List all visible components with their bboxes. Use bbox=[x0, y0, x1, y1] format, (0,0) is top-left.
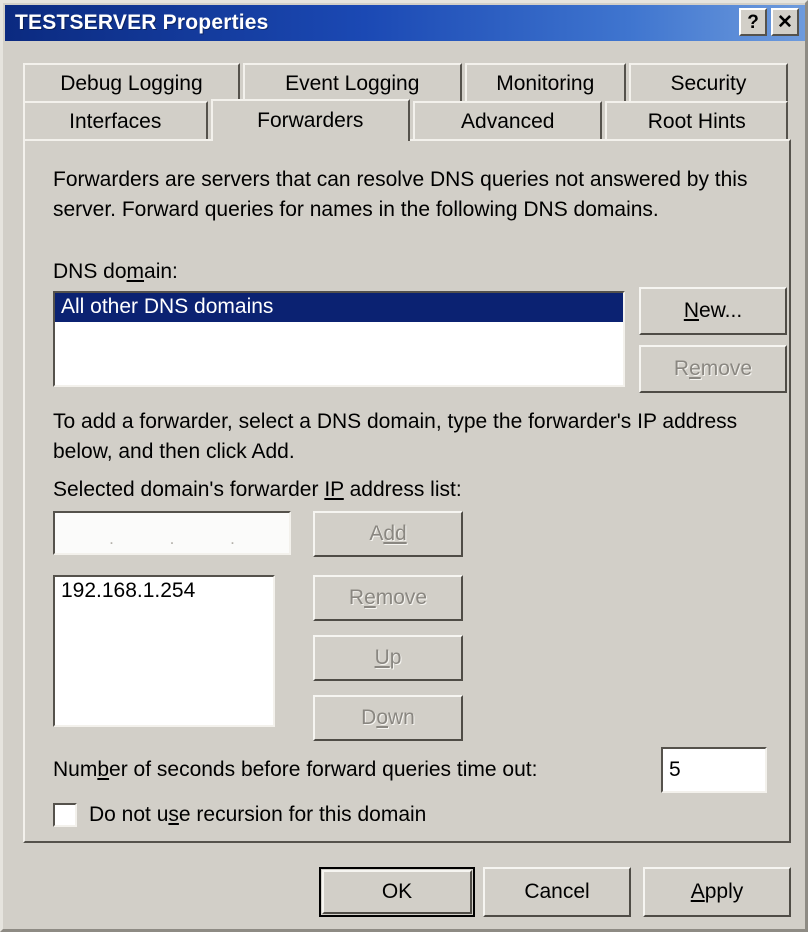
no-recursion-checkbox-row[interactable]: Do not use recursion for this domain bbox=[53, 803, 426, 827]
no-recursion-checkbox[interactable] bbox=[53, 803, 77, 827]
move-down-button[interactable]: Do wn bbox=[313, 695, 463, 741]
tab-forwarders[interactable]: Forwarders bbox=[210, 99, 410, 141]
remove-domain-button[interactable]: Re move bbox=[639, 345, 787, 393]
tab-event-logging[interactable]: Event Logging bbox=[242, 63, 462, 103]
ip-address-input[interactable]: . . . bbox=[53, 511, 291, 555]
ip-octet-3[interactable] bbox=[176, 513, 229, 553]
dns-domain-listbox[interactable]: All other DNS domains bbox=[53, 291, 625, 387]
tab-row-lower: Interfaces Forwarders Advanced Root Hint… bbox=[23, 99, 791, 141]
help-button[interactable]: ? bbox=[739, 8, 767, 36]
list-item[interactable]: All other DNS domains bbox=[55, 293, 623, 322]
dns-domain-label: DNS domain: bbox=[53, 260, 178, 283]
ip-separator: . bbox=[109, 529, 114, 548]
dns-properties-dialog: TESTSERVER Properties ? ✕ Debug Logging … bbox=[0, 0, 808, 932]
ok-button[interactable]: OK bbox=[319, 867, 475, 917]
ip-octet-4[interactable] bbox=[237, 513, 290, 553]
ip-separator: . bbox=[230, 529, 235, 548]
apply-button[interactable]: Apply bbox=[643, 867, 791, 917]
move-up-button[interactable]: Up bbox=[313, 635, 463, 681]
tab-root-hints[interactable]: Root Hints bbox=[605, 101, 788, 141]
ok-button-label: OK bbox=[322, 870, 472, 914]
window-title: TESTSERVER Properties bbox=[15, 11, 269, 34]
title-bar-buttons: ? ✕ bbox=[739, 8, 799, 36]
list-item[interactable]: 192.168.1.254 bbox=[55, 577, 273, 606]
tab-strip: Debug Logging Event Logging Monitoring S… bbox=[23, 63, 791, 141]
close-icon[interactable]: ✕ bbox=[771, 8, 799, 36]
tab-advanced[interactable]: Advanced bbox=[412, 101, 603, 141]
remove-ip-button[interactable]: Re move bbox=[313, 575, 463, 621]
tab-security[interactable]: Security bbox=[628, 63, 788, 103]
ip-separator: . bbox=[169, 529, 175, 548]
add-button[interactable]: Add bbox=[313, 511, 463, 557]
forwarders-description: Forwarders are servers that can resolve … bbox=[53, 168, 748, 221]
tab-row-upper: Debug Logging Event Logging Monitoring S… bbox=[23, 63, 791, 103]
ip-octet-1[interactable] bbox=[55, 513, 108, 553]
tab-interfaces[interactable]: Interfaces bbox=[23, 101, 208, 141]
add-forwarder-instructions: To add a forwarder, select a DNS domain,… bbox=[53, 410, 738, 463]
forwarder-ip-listbox[interactable]: 192.168.1.254 bbox=[53, 575, 275, 727]
ip-octet-2[interactable] bbox=[116, 513, 169, 553]
ip-address-list-label: Selected domain's forwarder IP address l… bbox=[53, 478, 462, 501]
new-domain-button[interactable]: New... bbox=[639, 287, 787, 335]
timeout-input[interactable]: 5 bbox=[661, 747, 767, 793]
forwarders-panel: Forwarders are servers that can resolve … bbox=[23, 139, 791, 843]
tab-debug-logging[interactable]: Debug Logging bbox=[23, 63, 240, 103]
cancel-button[interactable]: Cancel bbox=[483, 867, 631, 917]
title-bar: TESTSERVER Properties ? ✕ bbox=[5, 5, 805, 41]
tab-monitoring[interactable]: Monitoring bbox=[464, 63, 626, 103]
timeout-label: Number of seconds before forward queries… bbox=[53, 758, 538, 781]
no-recursion-label: Do not use recursion for this domain bbox=[89, 803, 427, 826]
